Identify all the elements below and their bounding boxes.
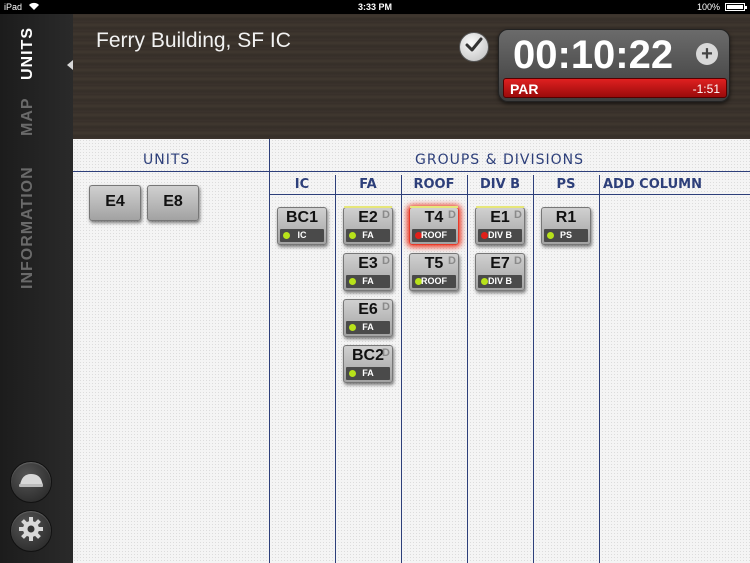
assignment-label: FA [346, 275, 390, 288]
incident-timer: 00:10:22 + PAR -1:51 [498, 29, 730, 102]
tab-map-label: MAP [19, 97, 36, 136]
assignment-label: IC [280, 229, 324, 242]
helmet-icon [18, 471, 44, 494]
unit-tile[interactable]: E6 D FA [343, 299, 393, 337]
unit-tile[interactable]: BC2 D FA [343, 345, 393, 383]
assignment-label: DIV B [478, 229, 522, 242]
par-label: PAR [510, 81, 539, 97]
assignment-label: FA [346, 229, 390, 242]
helmet-button[interactable] [10, 461, 52, 503]
tab-information[interactable]: INFORMATION [0, 154, 73, 294]
checkmark-icon [465, 37, 483, 58]
add-column-button[interactable]: ADD COLUMN [603, 177, 728, 192]
unit-badge: D [382, 347, 390, 359]
unit-tile[interactable]: BC1 IC [277, 207, 327, 245]
assignment-label: DIV B [478, 275, 522, 288]
assignment-text: DIV B [487, 230, 512, 240]
gear-icon [18, 516, 44, 547]
unit-tile[interactable]: T4 D ROOF [409, 206, 459, 245]
groups-section-title: GROUPS & DIVISIONS [415, 152, 584, 168]
par-bar[interactable]: PAR -1:51 [503, 78, 727, 98]
column-divider [401, 175, 402, 563]
assignment-text: FA [362, 368, 374, 378]
column-divider [533, 175, 534, 563]
assignment-text: FA [362, 276, 374, 286]
tab-units[interactable]: UNITS [0, 14, 73, 94]
plus-icon: + [701, 43, 713, 65]
unit-tile[interactable]: E4 [89, 185, 141, 221]
column-header-roof[interactable]: ROOF [401, 177, 467, 192]
unit-name: BC1 [285, 209, 318, 226]
unit-tile[interactable]: E1 D DIV B [475, 206, 525, 245]
header-rule [73, 171, 750, 172]
unit-badge: D [448, 209, 456, 221]
assignment-text: ROOF [421, 230, 447, 240]
unit-name: E8 [163, 193, 183, 210]
column-header-rule [269, 194, 750, 195]
column-divider [467, 175, 468, 563]
assignment-label: ROOF [412, 229, 456, 242]
unit-tile[interactable]: T5 D ROOF [409, 253, 459, 291]
assignment-text: IC [297, 230, 307, 240]
assignment-label: FA [346, 367, 390, 380]
column-header-fa[interactable]: FA [335, 177, 401, 192]
column-header-div-b[interactable]: DIV B [467, 177, 533, 192]
column-divider [335, 175, 336, 563]
assignment-text: FA [362, 230, 374, 240]
unit-tile[interactable]: E2 D FA [343, 206, 393, 245]
tab-information-label: INFORMATION [19, 166, 36, 289]
unit-name: R1 [555, 209, 577, 226]
column-header-ps[interactable]: PS [533, 177, 599, 192]
column-header-ic[interactable]: IC [269, 177, 335, 192]
unit-name: E4 [105, 193, 125, 210]
battery-icon [725, 3, 747, 11]
column-divider [599, 175, 600, 563]
unit-tile[interactable]: E7 D DIV B [475, 253, 525, 291]
side-rail: UNITS MAP INFORMATION [0, 14, 73, 563]
incident-title: Ferry Building, SF IC [96, 29, 291, 52]
assignment-text: DIV B [487, 276, 512, 286]
unit-badge: D [382, 209, 390, 221]
assignment-label: ROOF [412, 275, 456, 288]
confirm-button[interactable] [459, 32, 489, 62]
tactical-board: UNITS GROUPS & DIVISIONS IC FA ROOF DIV … [73, 139, 750, 563]
section-divider [269, 139, 270, 563]
clock-label: 3:33 PM [357, 2, 392, 12]
add-time-button[interactable]: + [696, 43, 718, 65]
par-countdown: -1:51 [692, 82, 720, 96]
unit-badge: D [382, 255, 390, 267]
unit-tile[interactable]: E3 D FA [343, 253, 393, 291]
unit-tile[interactable]: R1 PS [541, 207, 591, 245]
tab-units-label: UNITS [19, 27, 36, 80]
elapsed-time: 00:10:22 [513, 33, 674, 77]
units-section-title: UNITS [143, 152, 191, 168]
unit-badge: D [514, 255, 522, 267]
assignment-text: FA [362, 322, 374, 332]
assignment-label: FA [346, 321, 390, 334]
status-bar: iPad 3:33 PM 100% [0, 0, 750, 14]
settings-button[interactable] [10, 510, 52, 552]
unit-badge: D [514, 209, 522, 221]
unit-tile[interactable]: E8 [147, 185, 199, 221]
battery-percent: 100% [696, 2, 720, 12]
assignment-label: PS [544, 229, 588, 242]
assignment-text: ROOF [421, 276, 447, 286]
unit-badge: D [448, 255, 456, 267]
unit-badge: D [382, 301, 390, 313]
tab-map[interactable]: MAP [0, 94, 73, 144]
incident-header: Ferry Building, SF IC 00:10:22 + PAR -1:… [73, 14, 750, 139]
assignment-text: PS [559, 230, 572, 240]
